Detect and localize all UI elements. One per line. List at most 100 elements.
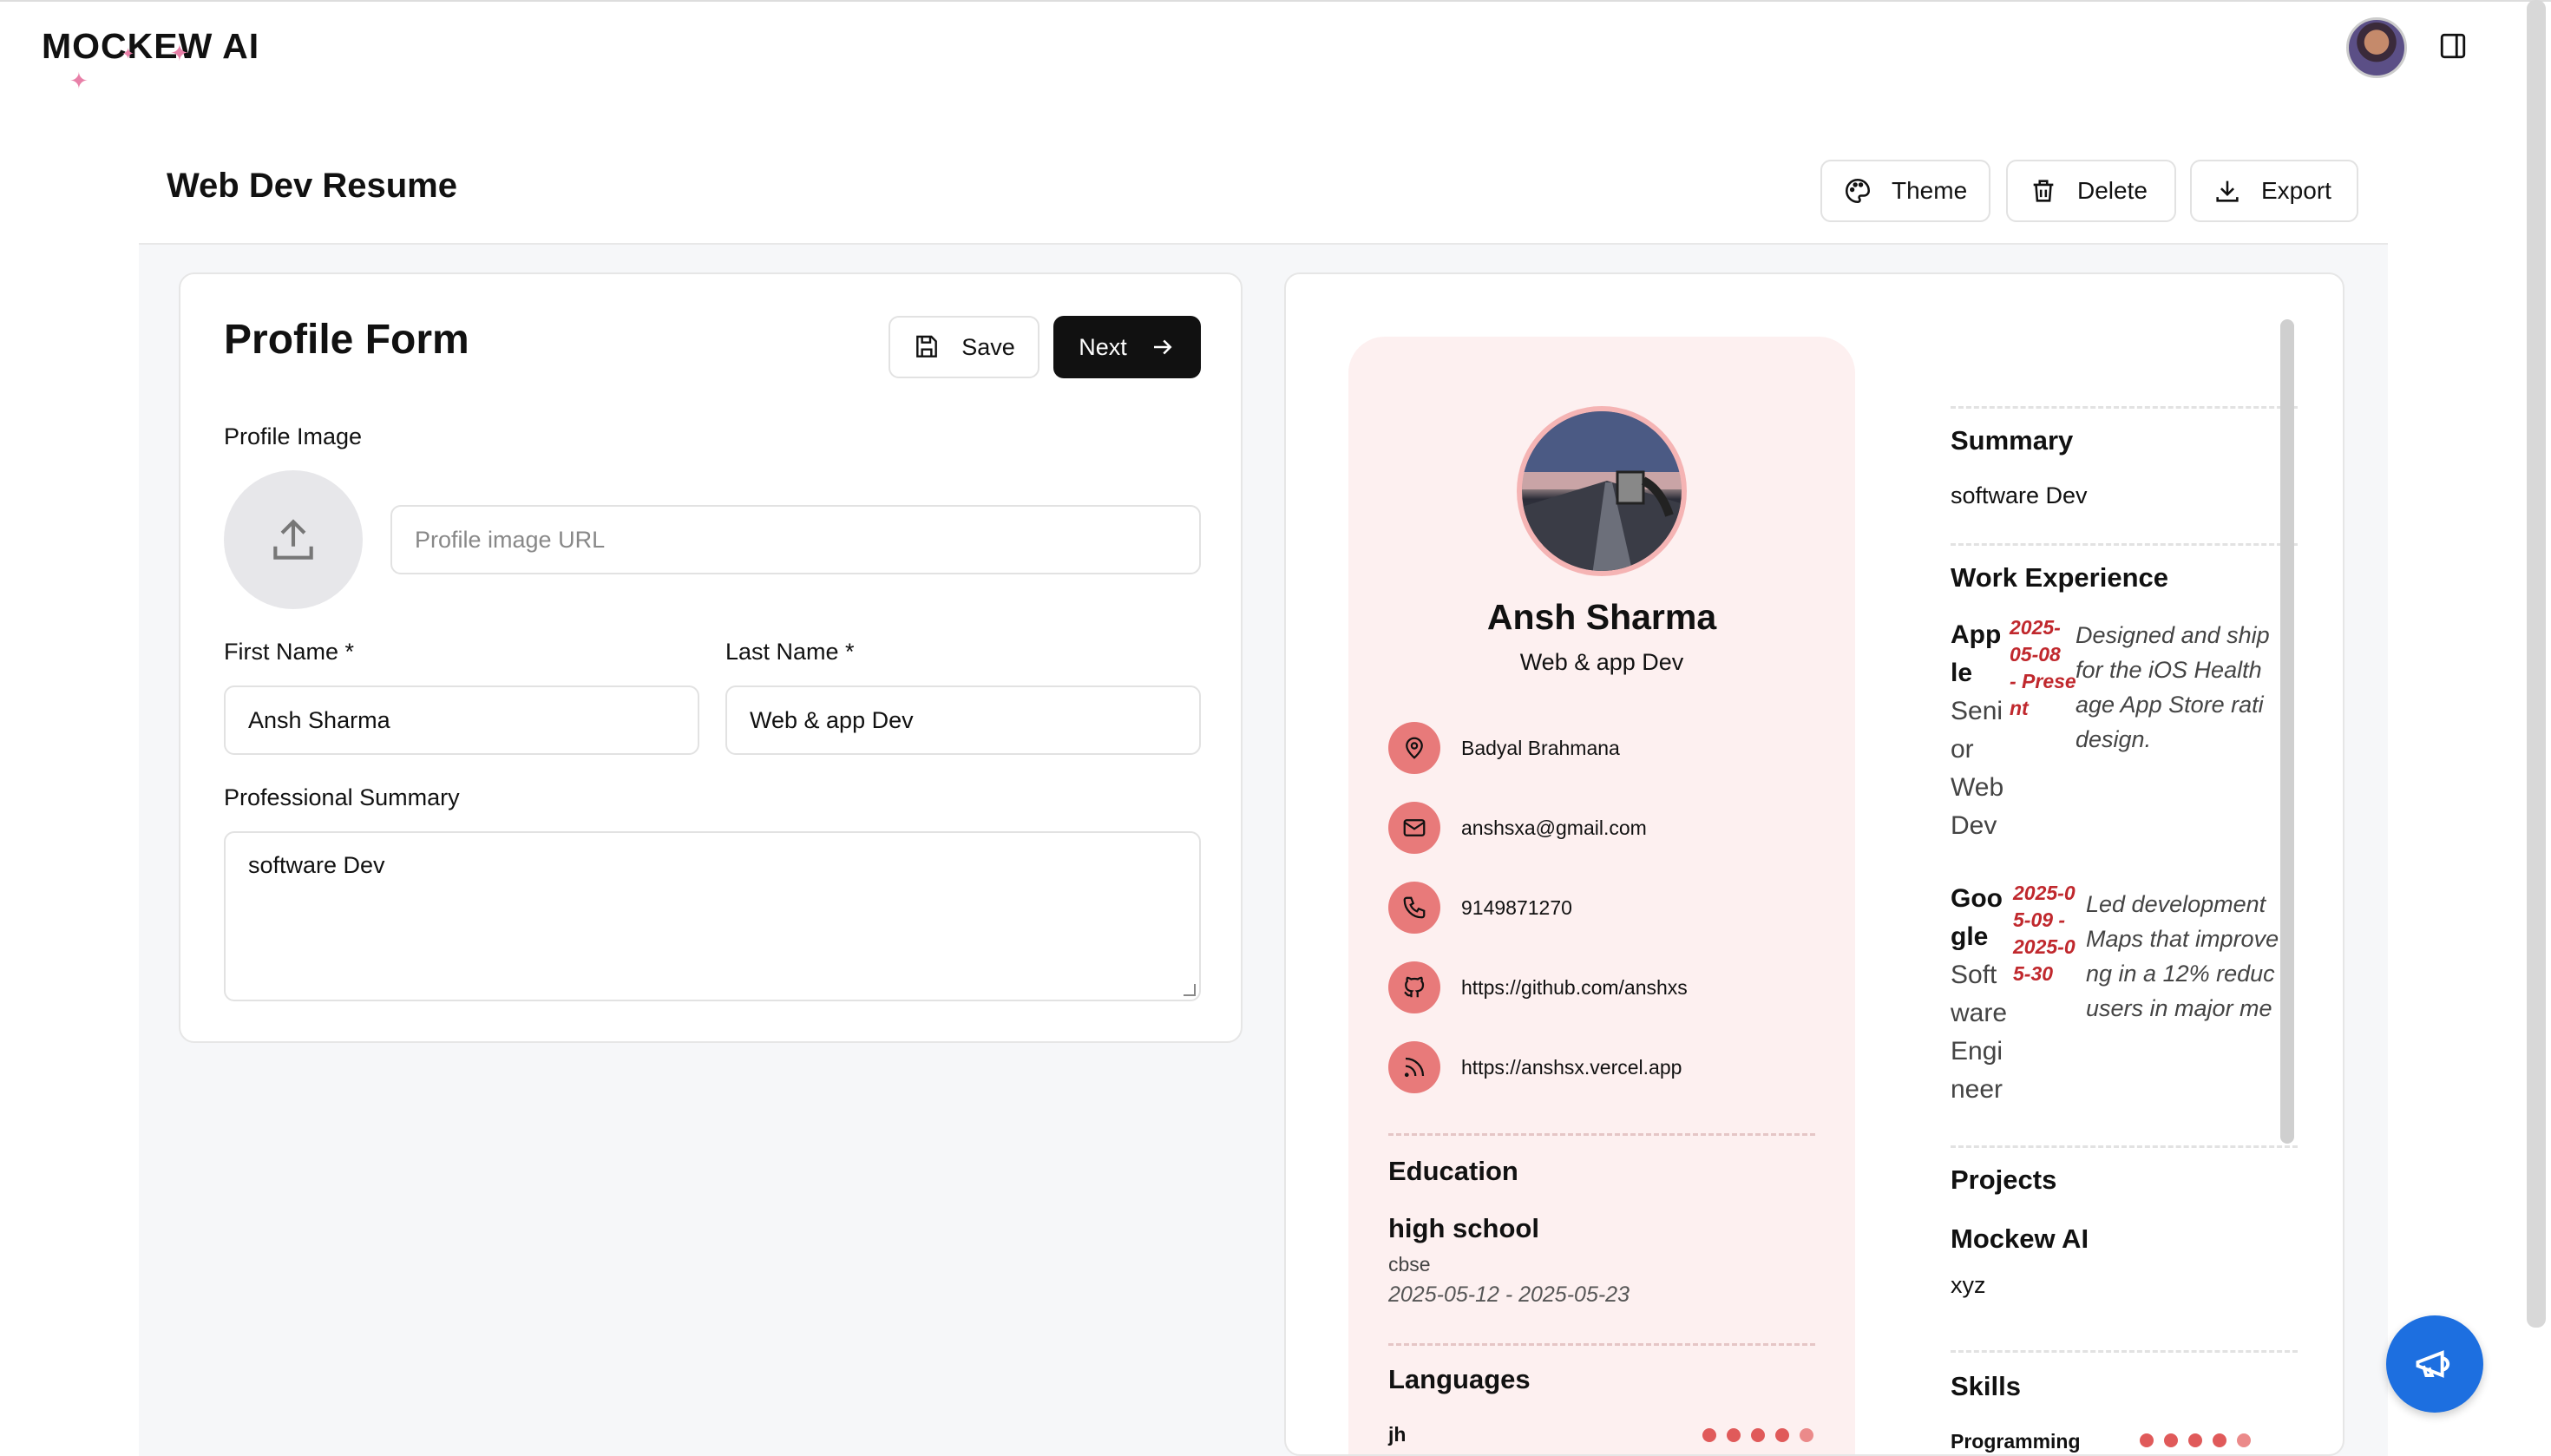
save-button[interactable]: Save (889, 316, 1039, 378)
title-line: Soft (1951, 961, 1997, 989)
profile-photo-scene (1522, 411, 1682, 571)
resume-left-column: Ansh Sharma Web & app Dev Badyal Brahman… (1348, 337, 1855, 1454)
date-line: - Prese (2010, 670, 2076, 692)
contact-website: https://anshsx.vercel.app (1388, 1041, 1682, 1093)
feedback-button[interactable] (2386, 1315, 2483, 1413)
level-dot (2188, 1433, 2202, 1447)
resume-right-column: Summary software Dev Work Experience App… (1951, 274, 2298, 1454)
last-name-input[interactable]: Web & app Dev (725, 685, 1201, 755)
first-name-input[interactable]: Ansh Sharma (224, 685, 699, 755)
date-line: 5-30 (2013, 962, 2054, 985)
profile-image-upload[interactable] (224, 470, 363, 609)
divider (1951, 1350, 2298, 1353)
title-line: Engi (1951, 1037, 2003, 1066)
date-line: 05-08 (2010, 643, 2061, 666)
last-name-label: Last Name * (725, 639, 855, 665)
languages-heading: Languages (1388, 1364, 1531, 1394)
delete-button[interactable]: Delete (2006, 160, 2176, 222)
summary-heading: Summary (1951, 425, 2074, 456)
contact-location-text: Badyal Brahmana (1461, 736, 1620, 759)
company-line: gle (1951, 922, 1989, 951)
language-level (1702, 1428, 1813, 1442)
contact-email-text: anshsxa@gmail.com (1461, 816, 1647, 839)
export-label: Export (2261, 177, 2331, 204)
date-line: 2025-0 (2013, 882, 2076, 904)
theme-button[interactable]: Theme (1820, 160, 1990, 222)
next-button[interactable]: Next (1053, 316, 1201, 378)
divider (1388, 1343, 1815, 1346)
contact-phone: 9149871270 (1388, 882, 1572, 934)
date-line: 2025- (2010, 616, 2061, 639)
level-dot (2140, 1433, 2154, 1447)
desc-line: Led development (2086, 891, 2266, 917)
project-name: Mockew AI (1951, 1223, 2089, 1254)
profile-image-label: Profile Image (224, 423, 363, 449)
level-dot (1775, 1428, 1789, 1442)
desc-line: ng in a 12% reduc (2086, 961, 2275, 987)
work-company: Goo gle (1951, 880, 2003, 956)
skills-heading: Skills (1951, 1371, 2021, 1401)
palette-icon (1845, 178, 1871, 204)
skill-name: Programming (1951, 1430, 2081, 1453)
title-line: Web (1951, 773, 2004, 802)
delete-label: Delete (2077, 177, 2148, 204)
level-dot (2237, 1433, 2251, 1447)
preview-scrollbar[interactable] (2280, 319, 2294, 1144)
work-description: Led development Maps that improve ng in … (2086, 887, 2298, 1026)
desc-line: design. (2076, 726, 2152, 752)
divider (1951, 543, 2298, 546)
education-heading: Education (1388, 1156, 1518, 1186)
date-line: nt (2010, 697, 2029, 719)
title-line: or (1951, 735, 1974, 764)
level-dot (2164, 1433, 2178, 1447)
work-title: Soft ware Engi neer (1951, 956, 2007, 1109)
education-dates: 2025-05-12 - 2025-05-23 (1388, 1282, 1630, 1307)
desc-line: Designed and ship (2076, 622, 2270, 648)
app-logo[interactable]: MOCKEW AI (42, 26, 259, 67)
title-line: Dev (1951, 811, 1997, 840)
title-line: neer (1951, 1075, 2003, 1104)
megaphone-icon (2416, 1350, 2450, 1378)
mail-icon (1388, 802, 1440, 854)
contact-website-text: https://anshsx.vercel.app (1461, 1055, 1682, 1079)
sidebar-toggle-icon[interactable] (2438, 31, 2468, 61)
company-line: App (1951, 620, 2002, 649)
contact-github: https://github.com/anshxs (1388, 961, 1688, 1013)
divider (1951, 406, 2298, 409)
contact-github-text: https://github.com/anshxs (1461, 975, 1688, 999)
level-dot (1751, 1428, 1765, 1442)
skill-level (2140, 1433, 2251, 1447)
location-icon (1388, 722, 1440, 774)
work-dates: 2025- 05-08 - Prese nt (2010, 614, 2076, 722)
title-line: Seni (1951, 697, 2003, 725)
first-name-label: First Name * (224, 639, 355, 665)
level-dot (1702, 1428, 1716, 1442)
profile-image-url-input[interactable]: Profile image URL (390, 505, 1201, 574)
work-heading: Work Experience (1951, 562, 2168, 593)
summary-text: software Dev (1951, 482, 2088, 508)
page-scrollbar[interactable] (2527, 0, 2546, 1328)
level-dot (1800, 1428, 1813, 1442)
resume-name: Ansh Sharma (1486, 597, 1717, 637)
page-title: Web Dev Resume (167, 167, 457, 205)
top-navbar: MOCKEW AI ✦ ✦ ✦ (0, 0, 2551, 130)
github-icon (1388, 961, 1440, 1013)
profile-form-card: Profile Form Save Next Profile Image Pro… (179, 272, 1243, 1043)
sparkle-icon: ✦ (121, 45, 135, 62)
download-icon (2216, 180, 2239, 202)
divider (1951, 1145, 2298, 1148)
language-name: jh (1388, 1423, 1407, 1446)
export-button[interactable]: Export (2190, 160, 2358, 222)
work-company: App le (1951, 616, 2001, 692)
work-title: Seni or Web Dev (1951, 692, 2003, 845)
resize-handle[interactable] (1184, 984, 1196, 996)
resume-preview: Ansh Sharma Web & app Dev Badyal Brahman… (1284, 272, 2344, 1456)
desc-line: Maps that improve (2086, 926, 2279, 952)
title-line: ware (1951, 999, 2008, 1027)
education-board: cbse (1388, 1253, 1431, 1276)
rss-icon (1388, 1041, 1440, 1093)
user-avatar[interactable] (2346, 17, 2407, 78)
summary-textarea[interactable]: software Dev (224, 831, 1201, 1001)
date-line: 5-09 - (2013, 908, 2066, 931)
phone-icon (1388, 882, 1440, 934)
